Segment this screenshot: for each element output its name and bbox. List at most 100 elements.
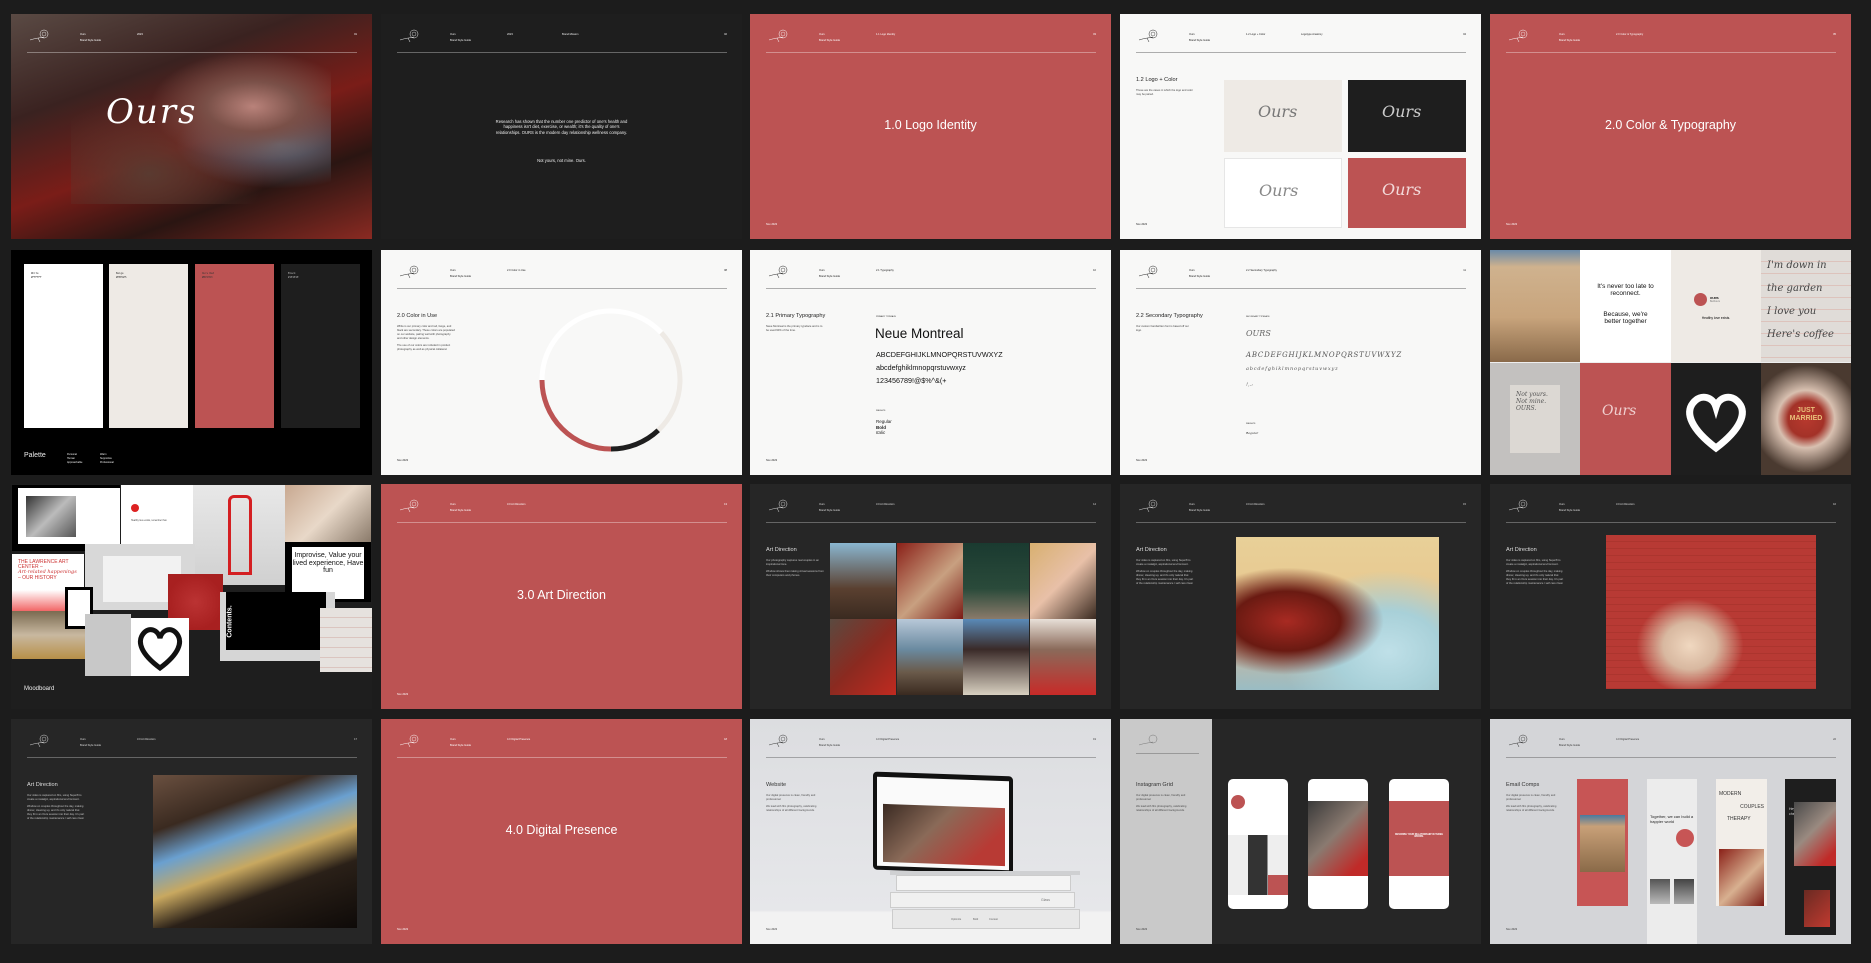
slide-header: Ours Brand Style Guide 1.2 Logo + Color Log… <box>1120 14 1481 54</box>
slide-brand-collage[interactable]: It's never too late to reconnect. Becaus… <box>1490 250 1851 475</box>
handwritten-sample: OURS <box>1246 329 1271 338</box>
brand-name: Ours <box>450 33 456 36</box>
slide-brand-mission[interactable]: Ours Brand Style Guide 2023 Brand Mission 02… <box>381 14 742 239</box>
header-section: 3.0 Art Direction <box>507 503 526 506</box>
print-grey <box>85 614 131 676</box>
slide-logo-color[interactable]: Ours Brand Style Guide 1.2 Logo + Color Log… <box>1120 14 1481 239</box>
weights-list: Regular Bold Italic <box>876 419 892 436</box>
header-divider <box>766 522 1096 523</box>
ring-segment <box>539 308 664 381</box>
header-section: 3.0 Art Direction <box>137 738 156 741</box>
header-section: 4.0 Digital Presence <box>876 738 900 741</box>
handwritten-upper: ABCDEFGHIJKLMNOPQRSTUVWXYZ <box>1246 351 1403 359</box>
slide-header: Ours Brand Style Guide 2.2 Secondary Typog… <box>1120 250 1481 290</box>
brand-name: Ours <box>450 738 456 741</box>
footer-date: Nov 2023 <box>397 459 409 462</box>
slide-desc: Our video is captured on film, using Sup… <box>1136 559 1194 585</box>
page-number: 17 <box>354 738 357 741</box>
header-section-2: Logotype Anatomy <box>1301 33 1323 36</box>
brand-name: Ours <box>1559 503 1565 506</box>
brand-name: Ours <box>450 503 456 506</box>
slide-art-direction-video-2[interactable]: Ours Brand Style Guide 3.0 Art Direction 16… <box>1490 484 1851 709</box>
header-section: 2.0 Color & Typography <box>1616 33 1644 36</box>
color-swatch: White #FFFFFF <box>24 264 103 428</box>
slide-title: 2.1 Primary Typography <box>766 313 826 319</box>
slide-header: Ours Brand Style Guide 2.1 Typography 10 <box>750 250 1111 290</box>
photo-laptop-couple <box>1030 619 1096 695</box>
typeface-label: PRIMARY TYPEFACE <box>876 316 897 318</box>
header-divider <box>1506 52 1836 53</box>
swatch-hex: #EEEAE5 <box>116 276 127 279</box>
page-number: 19 <box>1093 738 1096 741</box>
brand-subtitle: Brand Style Guide <box>450 509 472 512</box>
header-divider <box>766 52 1096 53</box>
slide-color-typography[interactable]: Ours Brand Style Guide 2.0 Color & Typogra… <box>1490 14 1851 239</box>
page-number: 03 <box>1093 33 1096 36</box>
book-stack: Glass Optimize Bold Contest <box>890 875 1080 929</box>
handwritten-note: I'm down in the garden I love you Here's co… <box>1761 250 1851 362</box>
slide-art-direction-section[interactable]: Ours Brand Style Guide 3.0 Art Direction 13… <box>381 484 742 709</box>
slide-logo-identity[interactable]: Ours Brand Style Guide 1.1 Logo Identity 03… <box>750 14 1111 239</box>
header-divider <box>1136 52 1466 53</box>
page-number: 14 <box>1093 503 1096 506</box>
slide-website[interactable]: Ours Brand Style Guide 4.0 Digital Presenc… <box>750 719 1111 944</box>
slide-palette[interactable]: White #FFFFFF Beige #EEEAE5 Ours Red #BC5353 B… <box>11 250 372 475</box>
phone-profile <box>1228 779 1288 909</box>
brand-subtitle: Brand Style Guide <box>80 39 102 42</box>
section-title: 1.0 Logo Identity <box>884 118 977 132</box>
rose-logo-icon <box>399 499 419 513</box>
brand-name: Ours <box>819 738 825 741</box>
header-divider <box>27 757 357 758</box>
mission-body: Research has shown that the number one p… <box>495 119 628 135</box>
rose-logo-icon <box>1138 29 1158 43</box>
slide-art-direction-video-3[interactable]: Ours Brand Style Guide 3.0 Art Direction 17… <box>11 719 372 944</box>
laptop-mockup <box>873 771 1013 875</box>
rose-logo-icon <box>29 29 49 43</box>
slide-primary-typography[interactable]: Ours Brand Style Guide 2.1 Typography 10 2.… <box>750 250 1111 475</box>
slide-moodboard[interactable]: Healthy love exists, remember that. THE … <box>11 484 372 709</box>
photo-kiss-blonde <box>1030 543 1096 619</box>
footer-date: Nov 2023 <box>1136 459 1148 462</box>
phone-post-red: DESCRIBE YOUR RELATIONSHIP IN THREE WORD… <box>1389 779 1449 909</box>
handwritten-symbols: !,.: <box>1246 382 1253 388</box>
slide-email-comps[interactable]: Ours Brand Style Guide 4.0 Digital Presenc… <box>1490 719 1851 944</box>
slide-cover[interactable]: Ours Brand Style Guide 2023 01 Ours <box>11 14 372 239</box>
rose-logo-icon <box>399 29 419 43</box>
brand-name: Ours <box>450 269 456 272</box>
page-number: 13 <box>724 503 727 506</box>
slide-secondary-typography[interactable]: Ours Brand Style Guide 2.2 Secondary Typog… <box>1120 250 1481 475</box>
slide-instagram-grid[interactable]: Instagram Grid Our digital presence is c… <box>1120 719 1481 944</box>
page-number: 16 <box>1833 503 1836 506</box>
quote-card: It's never too late to reconnect. Becaus… <box>1580 250 1671 362</box>
header-section: 2.0 Color in Use <box>507 269 526 272</box>
slide-desc: Our digital presence is clean, friendly … <box>1506 794 1557 812</box>
brand-subtitle: Brand Style Guide <box>819 744 841 747</box>
slide-header: Ours Brand Style Guide 3.0 Art Direction 16 <box>1490 484 1851 524</box>
brand-subtitle: Brand Style Guide <box>80 744 102 747</box>
rose-logo-icon <box>29 734 49 748</box>
header-section: 3.0 Art Direction <box>1616 503 1635 506</box>
print-card: Not yours. Not mine. OURS. <box>1490 363 1580 475</box>
slide-color-in-use[interactable]: Ours Brand Style Guide 2.0 Color in Use 08 … <box>381 250 742 475</box>
slide-title: Art Direction <box>1136 547 1167 553</box>
couple-sofa-photo <box>285 485 371 542</box>
slide-art-direction-video-1[interactable]: Ours Brand Style Guide 3.0 Art Direction 15… <box>1120 484 1481 709</box>
photo-bed <box>830 619 896 695</box>
brand-subtitle: Brand Style Guide <box>1559 39 1581 42</box>
rose-logo-icon <box>768 29 788 43</box>
slide-desc: Our video is captured on film, using Sup… <box>1506 559 1564 585</box>
slide-desc: Our digital presence is clean, friendly … <box>766 794 817 812</box>
logo-on-red: Ours <box>1348 158 1466 228</box>
slide-art-direction-photos[interactable]: Ours Brand Style Guide 3.0 Art Direction 14… <box>750 484 1111 709</box>
slide-header: Ours Brand Style Guide 1.1 Logo Identity 03 <box>750 14 1111 54</box>
brand-name: Ours <box>819 503 825 506</box>
brand-subtitle: Brand Style Guide <box>1189 509 1211 512</box>
page-number: 02 <box>724 33 727 36</box>
brand-name: Ours <box>819 269 825 272</box>
page-number: 01 <box>354 33 357 36</box>
header-divider <box>1506 522 1836 523</box>
slide-title: Email Comps <box>1506 782 1540 788</box>
palette-traits-2: Warm Supportive Professional <box>100 453 114 464</box>
slide-digital-presence-section[interactable]: Ours Brand Style Guide 4.0 Digital Presenc… <box>381 719 742 944</box>
page-number: 08 <box>724 269 727 272</box>
